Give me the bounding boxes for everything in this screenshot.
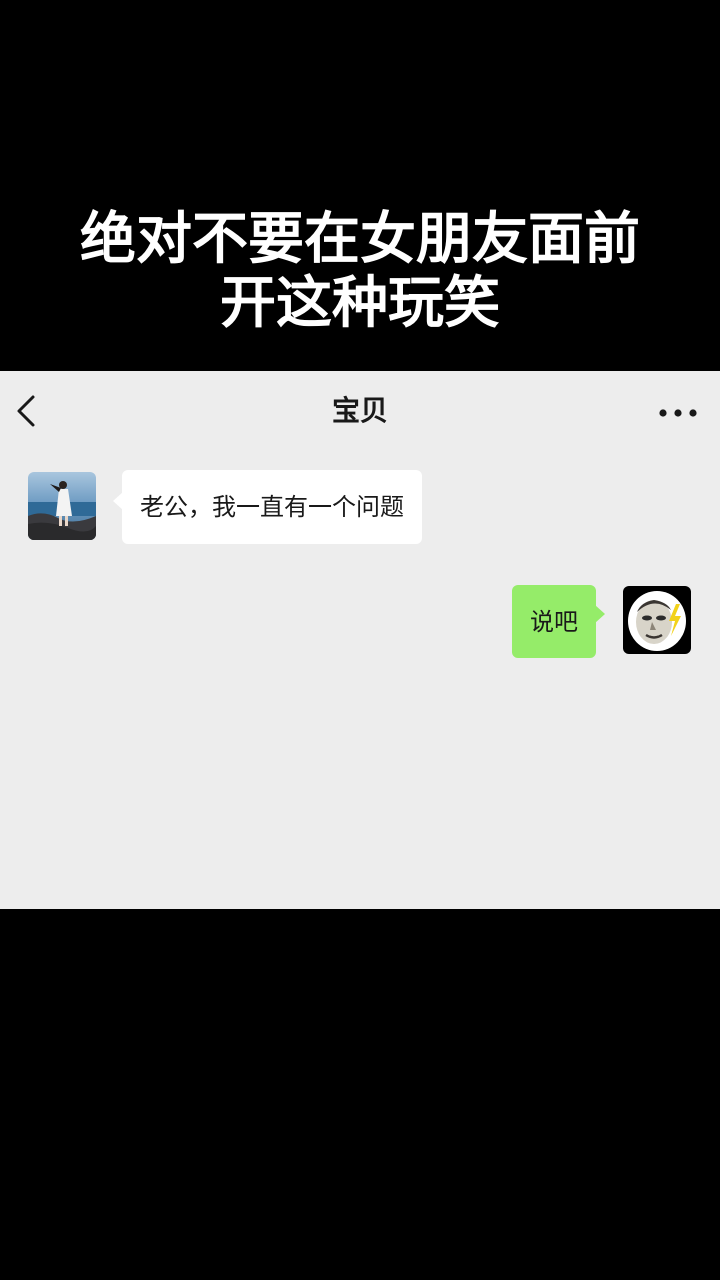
chat-window: 宝贝 老公，我一直有一个问题 说吧 <box>0 371 720 909</box>
video-frame: 绝对不要在女朋友面前 开这种玩笑 宝贝 老公，我一直有一个问题 说吧 <box>0 0 720 1280</box>
chat-title: 宝贝 <box>331 394 388 427</box>
outgoing-message-text: 说吧 <box>530 607 578 636</box>
video-caption: 绝对不要在女朋友面前 开这种玩笑 <box>0 208 720 336</box>
incoming-message-bubble[interactable]: 老公，我一直有一个问题 <box>113 470 422 544</box>
contact-avatar[interactable] <box>28 472 96 540</box>
chat-header: 宝贝 <box>0 371 720 453</box>
outgoing-message-bubble[interactable]: 说吧 <box>512 585 605 658</box>
more-options-button[interactable] <box>654 395 702 431</box>
caption-line-2: 开这种玩笑 <box>220 271 500 336</box>
chevron-left-icon <box>17 395 35 427</box>
more-dots-icon <box>659 409 697 417</box>
caption-line-1: 绝对不要在女朋友面前 <box>80 207 640 272</box>
back-button[interactable] <box>6 391 46 431</box>
user-avatar[interactable] <box>623 586 691 654</box>
incoming-message-text: 老公，我一直有一个问题 <box>140 493 404 521</box>
